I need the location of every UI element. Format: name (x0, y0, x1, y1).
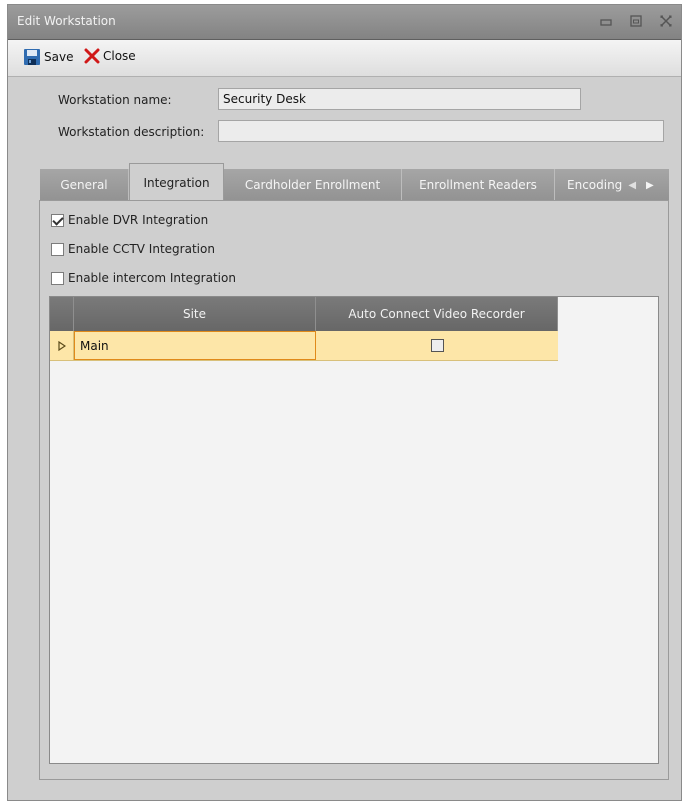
workstation-description-label: Workstation description: (58, 125, 205, 139)
window-title: Edit Workstation (17, 14, 116, 28)
enable-dvr-option[interactable]: Enable DVR Integration (51, 213, 208, 227)
enable-cctv-checkbox[interactable] (51, 242, 64, 256)
table-row[interactable]: Main (50, 331, 558, 361)
enable-dvr-label: Enable DVR Integration (68, 213, 209, 227)
site-cell[interactable]: Main (74, 331, 316, 360)
workstation-description-field[interactable] (218, 120, 664, 142)
tab-enrollment-readers[interactable]: Enrollment Readers (402, 169, 555, 201)
tab-enrollment-readers-label: Enrollment Readers (419, 178, 537, 192)
window-controls (597, 13, 675, 29)
enable-cctv-label: Enable CCTV Integration (68, 242, 215, 256)
tab-encoding-label: Encoding (567, 178, 623, 192)
row-pointer-icon (50, 331, 74, 360)
enable-cctv-option[interactable]: Enable CCTV Integration (51, 242, 215, 256)
edit-workstation-window: Edit Workstation Save Close Workstation … (7, 4, 682, 801)
tab-strip: General Integration Cardholder Enrollmen… (40, 163, 669, 201)
save-label: Save (44, 50, 74, 64)
red-x-icon (84, 48, 100, 64)
close-window-icon (660, 15, 672, 27)
enable-intercom-option[interactable]: Enable intercom Integration (51, 271, 236, 285)
tab-cardholder-enrollment[interactable]: Cardholder Enrollment (224, 169, 402, 201)
workstation-name-label: Workstation name: (58, 93, 172, 107)
close-label: Close (103, 49, 136, 63)
tab-scroll-left-icon[interactable]: ◀ (628, 180, 636, 191)
tab-scroll-right-icon[interactable]: ▶ (646, 180, 654, 191)
row-indicator-header (50, 297, 74, 331)
save-button[interactable]: Save (23, 48, 73, 66)
minimize-button[interactable] (597, 13, 615, 29)
close-window-button[interactable] (657, 13, 675, 29)
auto-connect-checkbox[interactable] (430, 339, 444, 352)
site-grid: Site Auto Connect Video Recorder Main (49, 296, 659, 764)
workstation-name-field[interactable]: Security Desk (218, 88, 581, 110)
column-header-auto-connect[interactable]: Auto Connect Video Recorder (316, 297, 558, 331)
integration-panel: Enable DVR Integration Enable CCTV Integ… (39, 200, 669, 780)
grid-header: Site Auto Connect Video Recorder (50, 297, 558, 331)
tab-integration-label: Integration (143, 175, 210, 190)
tab-general-label: General (60, 178, 108, 192)
column-header-site[interactable]: Site (74, 297, 316, 331)
tab-cardholder-enrollment-label: Cardholder Enrollment (244, 178, 381, 192)
close-button[interactable]: Close (84, 48, 136, 64)
tab-encoding[interactable]: Encoding ◀ ▶ (555, 169, 669, 201)
toolbar: Save Close (8, 39, 681, 77)
floppy-disk-icon (24, 49, 40, 65)
enable-dvr-checkbox[interactable] (51, 213, 64, 227)
maximize-button[interactable] (627, 13, 645, 29)
enable-intercom-checkbox[interactable] (51, 271, 64, 285)
auto-connect-cell[interactable] (316, 331, 558, 360)
tab-general[interactable]: General (40, 169, 129, 201)
enable-intercom-label: Enable intercom Integration (68, 271, 236, 285)
tab-integration[interactable]: Integration (129, 163, 224, 201)
title-bar[interactable]: Edit Workstation (8, 5, 681, 39)
minimize-icon (600, 19, 612, 26)
restore-icon (630, 15, 642, 27)
